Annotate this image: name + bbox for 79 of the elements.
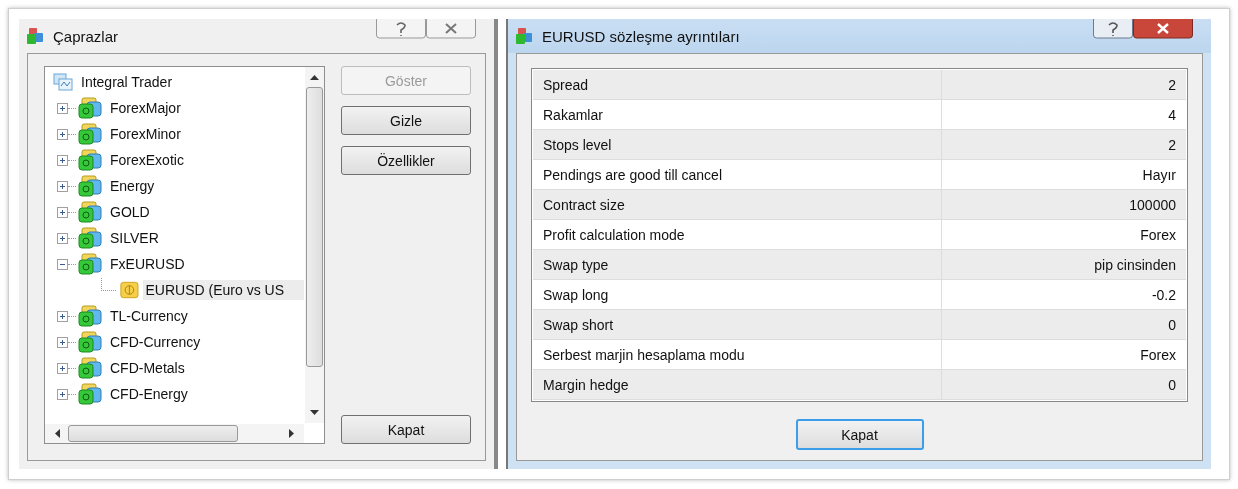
window-title: EURUSD sözleşme ayrıntıları: [542, 27, 740, 45]
dollar-icon: [119, 280, 139, 300]
tree-item[interactable]: GOLD: [107, 202, 153, 222]
scroll-down-icon[interactable]: [310, 410, 319, 415]
tree-item[interactable]: FxEURUSD: [107, 254, 188, 274]
expander-icon[interactable]: [57, 154, 68, 166]
folder-icon: [78, 331, 102, 353]
expander-icon[interactable]: [57, 258, 68, 270]
expander-icon[interactable]: [57, 206, 68, 218]
folder-icon: [78, 253, 102, 275]
tree-item[interactable]: ForexMinor: [107, 124, 184, 144]
help-icon[interactable]: [1093, 19, 1133, 39]
close-button[interactable]: Kapat: [341, 415, 471, 444]
tree-item[interactable]: CFD-Metals: [107, 358, 188, 378]
scroll-thumb[interactable]: [68, 425, 238, 442]
property-name: Swap type: [533, 250, 942, 279]
property-name: Swap short: [533, 310, 942, 339]
folder-icon: [78, 227, 102, 249]
property-value: 100000: [1128, 195, 1177, 215]
property-value: -0.2: [1150, 285, 1177, 305]
folder-icon: [78, 123, 102, 145]
tree-item[interactable]: Energy: [107, 176, 158, 196]
tree-item[interactable]: Integral Trader: [78, 72, 176, 92]
property-name: Contract size: [533, 190, 942, 219]
horizontal-scrollbar[interactable]: [45, 424, 304, 443]
folder-icon: [78, 149, 102, 171]
property-name: Pendings are good till cancel: [533, 160, 942, 189]
tree-item[interactable]: CFD-Currency: [107, 332, 204, 352]
tree-item[interactable]: SILVER: [107, 228, 162, 248]
property-name: Profit calculation mode: [533, 220, 942, 249]
expander-icon[interactable]: [57, 336, 68, 348]
tree-item[interactable]: ForexMajor: [107, 98, 184, 118]
help-icon[interactable]: [376, 19, 426, 39]
app-icon: [514, 27, 534, 45]
property-value: Hayır: [1141, 165, 1177, 185]
folder-icon: [78, 175, 102, 197]
property-value: Forex: [1139, 345, 1177, 365]
property-name: Swap long: [533, 280, 942, 309]
tree-item[interactable]: ForexExotic: [107, 150, 187, 170]
scroll-right-icon[interactable]: [289, 429, 294, 438]
dialog-button[interactable]: Gizle: [341, 106, 471, 135]
close-icon[interactable]: [426, 19, 476, 39]
folder-icon: [78, 305, 102, 327]
app-icon: [25, 27, 45, 45]
property-value: Forex: [1139, 225, 1177, 245]
scroll-left-icon[interactable]: [55, 429, 60, 438]
folder-icon: [78, 357, 102, 379]
window-title: Çaprazlar: [53, 27, 119, 45]
terminal-icon: [53, 73, 73, 91]
property-name: Spread: [533, 70, 942, 99]
expander-icon[interactable]: [57, 388, 68, 400]
dialog-button[interactable]: Özellikler: [341, 146, 471, 175]
folder-icon: [78, 383, 102, 405]
expander-icon[interactable]: [57, 180, 68, 192]
tree-item[interactable]: EURUSD (Euro vs US: [142, 280, 304, 300]
folder-icon: [78, 201, 102, 223]
expander-icon[interactable]: [57, 128, 68, 140]
property-name: Serbest marjin hesaplama modu: [533, 340, 942, 369]
property-value: 4: [1167, 105, 1177, 125]
property-name: Stops level: [533, 130, 942, 159]
expander-icon[interactable]: [57, 310, 68, 322]
close-icon[interactable]: [1133, 19, 1193, 39]
vertical-scrollbar[interactable]: [305, 67, 324, 423]
property-value: 0: [1167, 375, 1177, 395]
property-value: 2: [1167, 75, 1177, 95]
scroll-thumb[interactable]: [306, 87, 323, 367]
tree-item[interactable]: TL-Currency: [107, 306, 191, 326]
expander-icon[interactable]: [57, 232, 68, 244]
property-value: 2: [1167, 135, 1177, 155]
close-button[interactable]: Kapat: [795, 419, 924, 450]
expander-icon[interactable]: [57, 102, 68, 114]
property-name: Rakamlar: [533, 100, 942, 129]
property-value: 0: [1167, 315, 1177, 335]
property-name: Margin hedge: [533, 370, 942, 399]
expander-icon[interactable]: [57, 362, 68, 374]
folder-icon: [78, 97, 102, 119]
tree-item[interactable]: CFD-Energy: [107, 384, 191, 404]
scroll-up-icon[interactable]: [310, 75, 319, 80]
property-value: pip cinsinden: [1093, 255, 1177, 275]
